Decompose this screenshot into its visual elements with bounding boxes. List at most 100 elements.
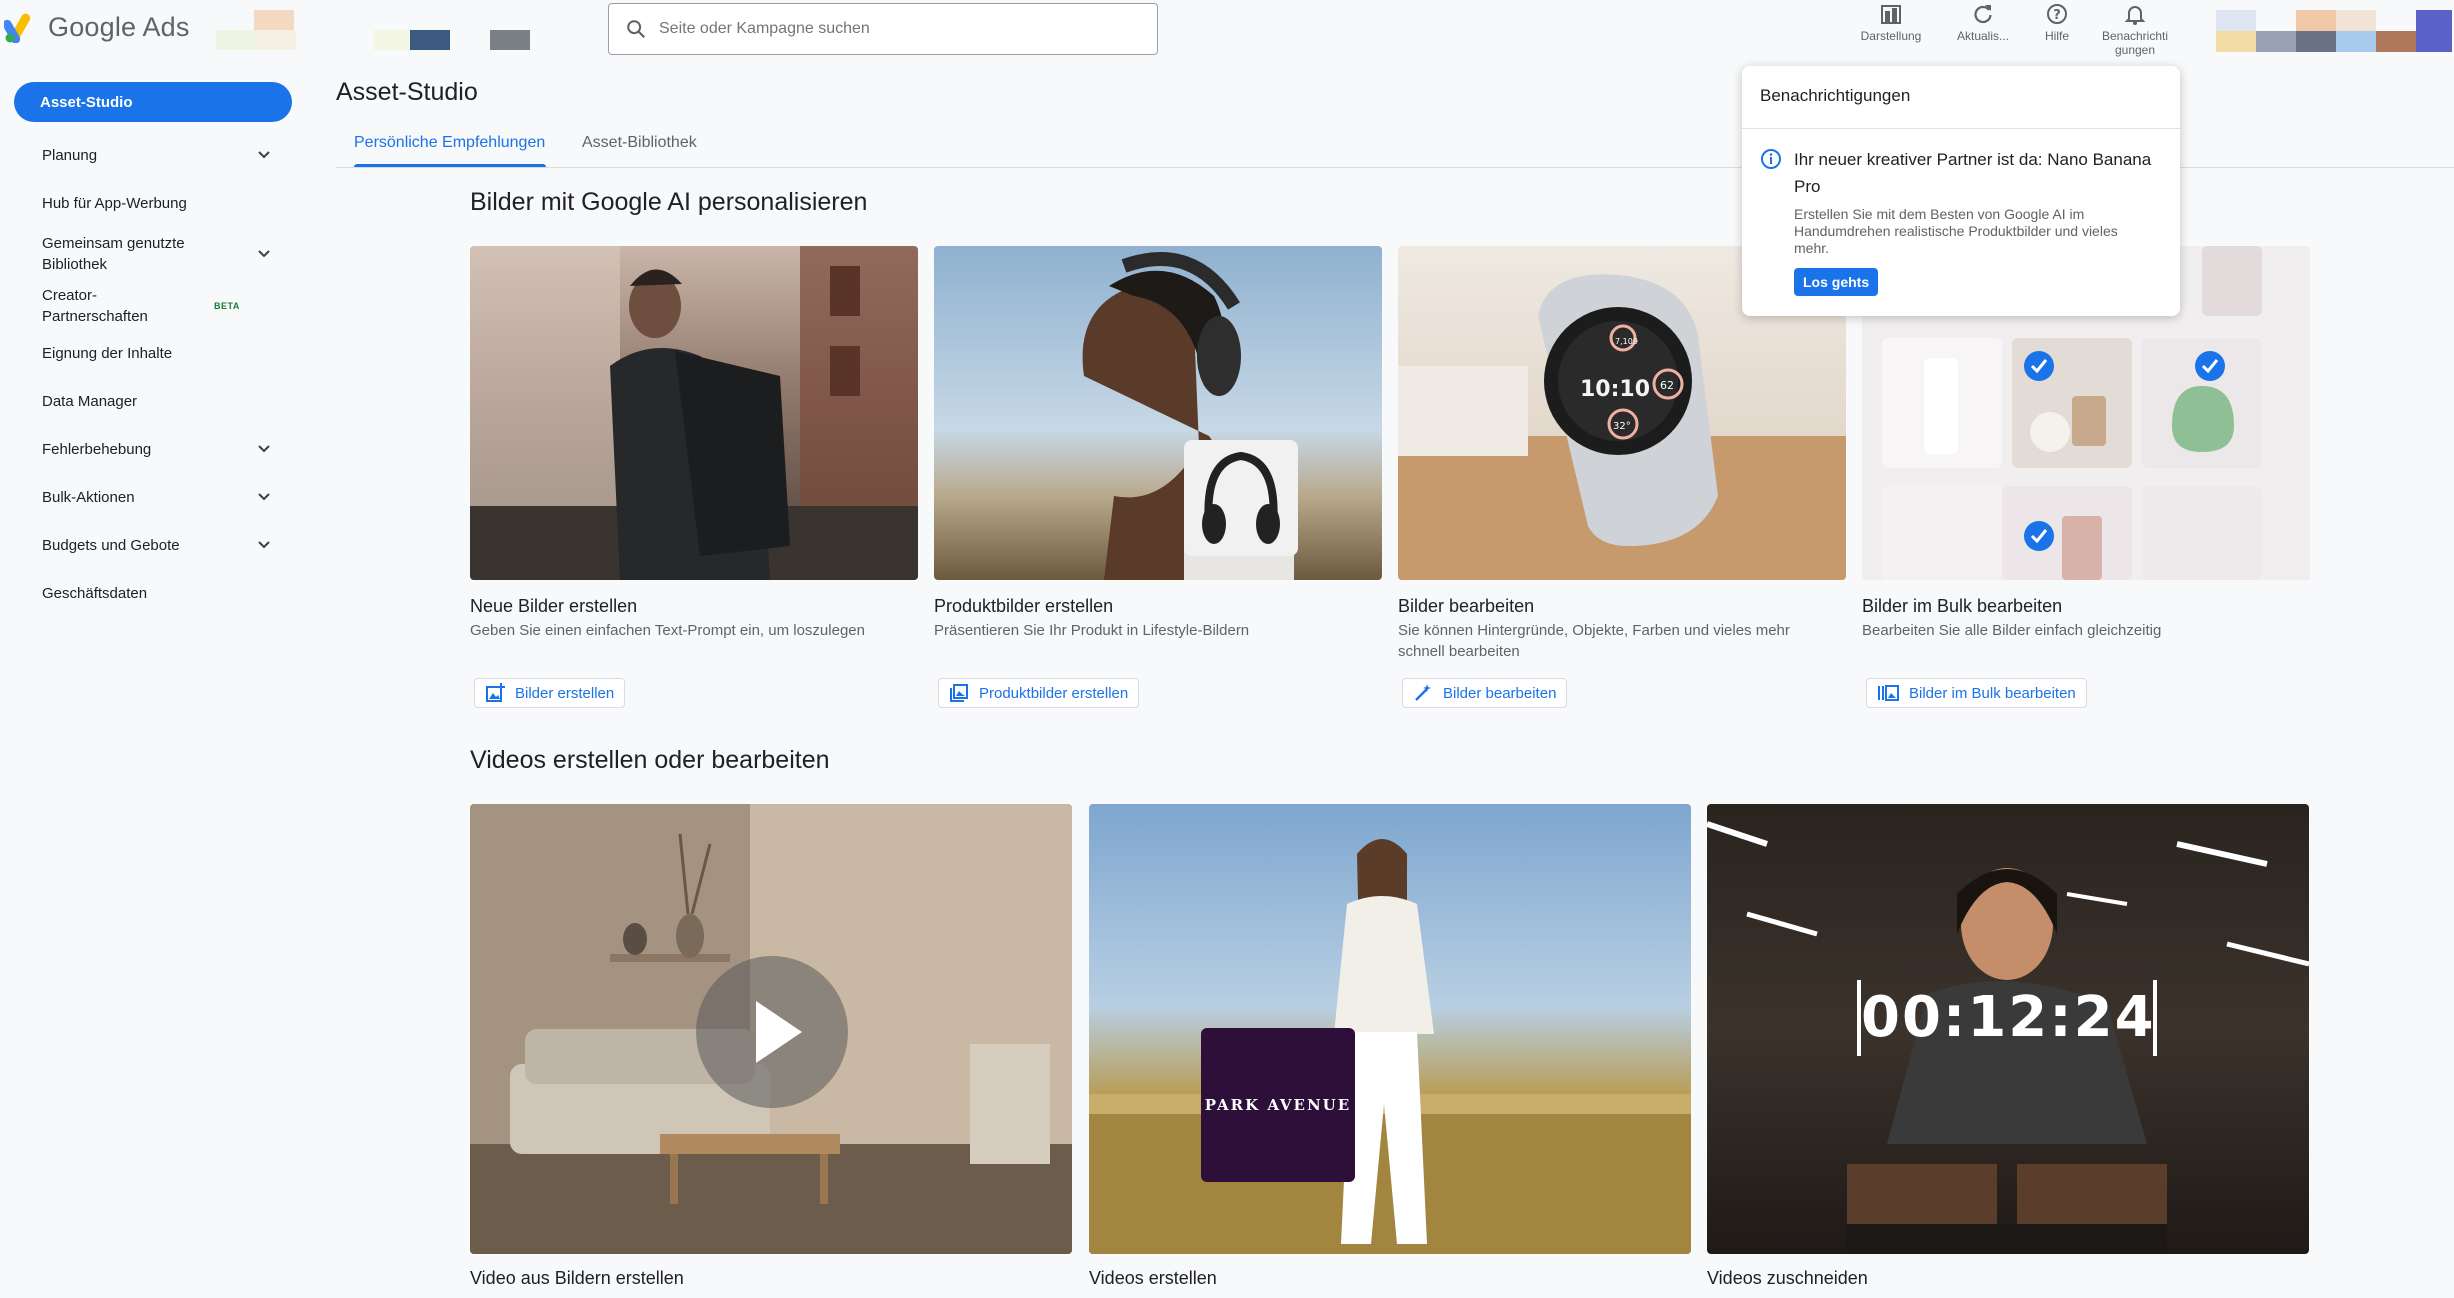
tab-asset-library[interactable]: Asset-Bibliothek xyxy=(582,134,697,152)
watch-top-complication: 7,109 xyxy=(1615,337,1638,346)
app-name: Google Ads xyxy=(48,12,190,42)
notifications-divider xyxy=(1742,128,2180,129)
watch-time: 10:10 xyxy=(1580,377,1650,402)
bulk-edit-icon xyxy=(1878,685,1899,701)
help-label: Hilfe xyxy=(2044,29,2069,43)
image-stack-icon xyxy=(950,684,968,702)
sidebar-item-label: Planung xyxy=(42,146,98,164)
create-videos-thumbnail[interactable]: PARK AVENUE xyxy=(1089,804,1691,1254)
card-title: Bilder im Bulk bearbeiten xyxy=(1862,596,2063,616)
bulk-edit-images-button[interactable]: Bilder im Bulk bearbeiten xyxy=(1866,678,2087,708)
top-bar: Google Ads Darstellung Aktualis... ? Hil… xyxy=(0,0,2454,66)
lets-go-button[interactable]: Los gehts xyxy=(1794,268,1879,296)
sidebar-item-label: Fehlerbehebung xyxy=(42,440,152,458)
play-icon xyxy=(756,1001,802,1063)
sidebar-item-label: Bulk-Aktionen xyxy=(42,488,135,506)
product-images-thumbnail[interactable] xyxy=(934,246,1382,580)
edit-images-label: Bilder bearbeiten xyxy=(1443,684,1557,702)
product-images-illustration xyxy=(1082,252,1298,580)
chevron-down-icon xyxy=(258,151,270,159)
sidebar-item-app-hub[interactable]: Hub für App-Werbung xyxy=(14,186,292,220)
sidebar-item-label: Creator-Partnerschaften xyxy=(42,287,148,325)
sidebar-item-bulk-actions[interactable]: Bulk-Aktionen xyxy=(14,480,292,514)
card-title: Neue Bilder erstellen xyxy=(470,596,638,616)
card-description: Geben Sie einen einfachen Text-Prompt ei… xyxy=(470,622,865,639)
chevron-down-icon xyxy=(258,250,270,258)
chevron-down-icon xyxy=(258,493,270,501)
card-description: Sie können Hintergründe, Objekte, Farben… xyxy=(1398,622,1790,660)
video-from-images-thumbnail[interactable] xyxy=(470,804,1072,1254)
timer-overlay: 00:12:24 xyxy=(1857,980,2157,1056)
videos-section-title: Videos erstellen oder bearbeiten xyxy=(470,746,830,774)
sidebar-item-label: Geschäftsdaten xyxy=(42,584,148,602)
card-title: Bilder bearbeiten xyxy=(1398,596,1535,616)
park-avenue-text: PARK AVENUE xyxy=(1204,1096,1352,1114)
notifications-button[interactable]: Benachrichti gungen xyxy=(2090,2,2180,57)
play-button[interactable] xyxy=(696,956,848,1108)
sidebar-item-creator-partnerships[interactable]: Creator-Partnerschaften BETA xyxy=(14,278,292,334)
beta-badge: BETA xyxy=(214,301,240,311)
sidebar: Asset-Studio Planung Hub für App-Werbung… xyxy=(0,66,300,1298)
create-product-images-label: Produktbilder erstellen xyxy=(979,684,1129,702)
account-avatar-blurred[interactable] xyxy=(2216,10,2452,52)
watch-bottom-complication: 32° xyxy=(1613,421,1631,432)
page-title: Asset-Studio xyxy=(336,78,478,106)
appearance-label: Darstellung xyxy=(1860,29,1922,43)
sidebar-item-label: Gemeinsam genutzte Bibliothek xyxy=(42,235,185,273)
trim-videos-thumbnail[interactable]: 00:12:24 xyxy=(1707,804,2309,1254)
new-images-illustration xyxy=(470,246,918,580)
card-description: Bearbeiten Sie alle Bilder einfach gleic… xyxy=(1862,622,2162,639)
google-ads-logo[interactable]: Google Ads xyxy=(4,12,190,43)
sidebar-item-label: Hub für App-Werbung xyxy=(42,194,187,212)
notifications-header: Benachrichtigungen xyxy=(1760,86,1911,105)
notifications-panel: Benachrichtigungen Ihr neuer kreativer P… xyxy=(1742,66,2180,316)
create-images-label: Bilder erstellen xyxy=(515,684,615,702)
chevron-down-icon xyxy=(258,541,270,549)
notifications-label: Benachrichti gungen xyxy=(2101,29,2169,57)
sidebar-item-label: Asset-Studio xyxy=(40,93,133,111)
notification-body: Erstellen Sie mit dem Besten von Google … xyxy=(1794,206,2118,256)
card-description: Präsentieren Sie Ihr Produkt in Lifestyl… xyxy=(934,622,1250,639)
help-icon: ? xyxy=(2047,4,2067,24)
search-icon xyxy=(627,20,646,39)
bell-icon xyxy=(2124,6,2146,25)
bulk-edit-images-label: Bilder im Bulk bearbeiten xyxy=(1909,684,2076,702)
notification-title: Ihr neuer kreativer Partner ist da: Nano… xyxy=(1794,150,2152,196)
magic-wand-icon xyxy=(1415,684,1431,701)
sidebar-item-budgets[interactable]: Budgets und Gebote xyxy=(14,528,292,562)
card-title: Videos zuschneiden xyxy=(1707,1268,1868,1288)
new-images-thumbnail[interactable] xyxy=(470,246,918,580)
sidebar-item-data-manager[interactable]: Data Manager xyxy=(14,384,292,418)
sidebar-item-planung[interactable]: Planung xyxy=(14,138,292,172)
account-info-blurred xyxy=(216,10,546,52)
sidebar-item-label: Data Manager xyxy=(42,392,138,410)
svg-text:?: ? xyxy=(2053,8,2061,23)
refresh-icon xyxy=(1974,5,1992,24)
sidebar-item-label: Budgets und Gebote xyxy=(42,536,180,554)
watch-right-complication: 62 xyxy=(1660,379,1674,392)
card-title: Video aus Bildern erstellen xyxy=(470,1268,684,1288)
appearance-button[interactable]: Darstellung xyxy=(1846,2,1936,43)
create-images-button[interactable]: Bilder erstellen xyxy=(474,678,626,708)
park-avenue-logo: PARK AVENUE xyxy=(1201,1028,1355,1182)
search-bar[interactable] xyxy=(608,3,1158,55)
chevron-down-icon xyxy=(258,445,270,453)
search-input[interactable] xyxy=(659,20,1119,38)
sidebar-item-asset-studio[interactable]: Asset-Studio xyxy=(14,82,292,122)
sidebar-item-content-suitability[interactable]: Eignung der Inhalte xyxy=(14,336,292,370)
tab-personal-recommendations[interactable]: Persönliche Empfehlungen xyxy=(354,134,545,152)
refresh-label: Aktualis... xyxy=(1956,29,2010,43)
sidebar-item-shared-library[interactable]: Gemeinsam genutzte Bibliothek xyxy=(14,226,292,282)
sidebar-item-business-data[interactable]: Geschäftsdaten xyxy=(14,576,292,610)
images-section-title: Bilder mit Google AI personalisieren xyxy=(470,188,868,216)
help-button[interactable]: ? Hilfe xyxy=(2012,2,2102,43)
sidebar-item-troubleshooting[interactable]: Fehlerbehebung xyxy=(14,432,292,466)
card-title: Videos erstellen xyxy=(1089,1268,1217,1288)
card-title: Produktbilder erstellen xyxy=(934,596,1114,616)
woman-field-illustration xyxy=(1089,839,1691,1254)
sidebar-item-label: Eignung der Inhalte xyxy=(42,344,173,362)
info-icon xyxy=(1761,149,1781,169)
google-ads-logo-icon xyxy=(4,13,31,43)
edit-images-button[interactable]: Bilder bearbeiten xyxy=(1402,678,1568,708)
create-product-images-button[interactable]: Produktbilder erstellen xyxy=(938,678,1140,708)
